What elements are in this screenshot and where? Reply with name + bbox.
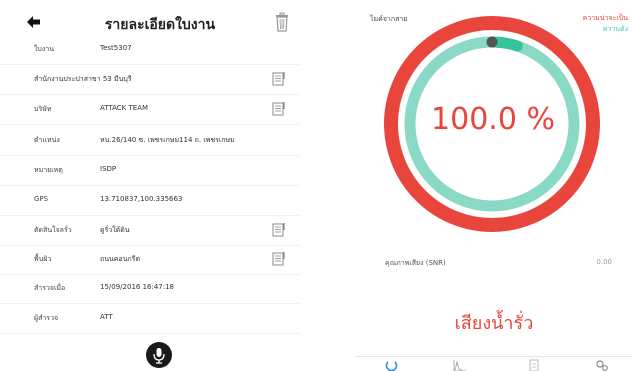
tab-bar (355, 356, 632, 371)
tab-settings-icon[interactable] (595, 359, 609, 371)
edit-note-icon[interactable] (272, 222, 286, 238)
row-label: ตัดสินใจลรั่ว (34, 226, 72, 234)
row-value: สำนักงานประปาสาขา 53 มีนบุรี (34, 75, 132, 83)
probability-value: 100.0 % (431, 102, 555, 137)
detail-row-note: หมายเหตุ ISDP (0, 156, 300, 186)
edit-note-icon[interactable] (272, 101, 286, 117)
result-label: เสียงน้ำรั่ว (454, 313, 534, 334)
row-value: 15/09/2016 16:47:18 (100, 283, 175, 291)
back-arrow-icon[interactable] (26, 14, 42, 30)
microphone-icon (153, 348, 165, 364)
nav-bar: รายละเอียดใบงาน (0, 8, 300, 38)
row-label: ผู้สำรวจ (34, 314, 59, 322)
row-value: ดูรั่วใต้ดิน (100, 226, 130, 234)
row-label: GPS (34, 195, 49, 203)
row-value: หน.26/140 ซ. เพชรเกษม114 ถ. เพชรเกษม (100, 136, 235, 144)
detail-row-survey-date: สำรวจเมื่อ 15/09/2016 16:47:18 (0, 274, 300, 304)
page-title: รายละเอียดใบงาน (104, 17, 216, 33)
detail-row-gps: GPS 13.710837,100.335663 (0, 186, 300, 216)
edit-note-icon[interactable] (272, 251, 286, 267)
row-value: ATT (100, 313, 113, 321)
microphone-button[interactable] (146, 342, 172, 368)
loudness-knob (486, 36, 498, 48)
detail-row-location: ตำแหน่ง หน.26/140 ซ. เพชรเกษม114 ถ. เพชร… (0, 126, 300, 156)
tab-graph-icon[interactable] (453, 359, 467, 371)
detail-row-leak-decision[interactable]: ตัดสินใจลรั่ว ดูรั่วใต้ดิน (0, 216, 300, 246)
row-label: พื้นผิว (34, 255, 52, 263)
row-label: ใบงาน (34, 45, 54, 53)
row-label: ตำแหน่ง (34, 136, 60, 144)
job-detail-screen: รายละเอียดใบงาน ใบงาน Test5307 สำนักงานป… (0, 0, 300, 371)
detail-row-office[interactable]: สำนักงานประปาสาขา 53 มีนบุรี (0, 65, 300, 95)
row-value: ถนนคอนกรีต (100, 255, 141, 263)
detail-row-surveyor: ผู้สำรวจ ATT (0, 304, 300, 334)
edit-note-icon[interactable] (272, 71, 286, 87)
leak-analysis-screen: ไมค์จากสาย ความน่าจะเป็น ความดัง 100.0 %… (355, 0, 632, 371)
snr-value: 0.00 (596, 258, 612, 266)
row-value: 13.710837,100.335663 (100, 195, 183, 203)
detail-row-company[interactable]: บริษัท ATTACK TEAM (0, 95, 300, 125)
row-value: ATTACK TEAM (100, 104, 149, 112)
detail-row-job: ใบงาน Test5307 (0, 35, 300, 65)
trash-icon[interactable] (274, 12, 290, 32)
row-label: บริษัท (34, 105, 52, 113)
row-label: สำรวจเมื่อ (34, 284, 66, 292)
row-value: Test5307 (100, 44, 132, 52)
tab-document-icon[interactable] (527, 359, 541, 371)
tab-gauge-icon[interactable] (385, 359, 399, 371)
snr-label: คุณภาพเสียง (SNR) (385, 259, 446, 267)
row-value: ISDP (100, 165, 117, 173)
detail-row-surface[interactable]: พื้นผิว ถนนคอนกรีต (0, 245, 300, 275)
row-label: หมายเหตุ (34, 166, 63, 174)
